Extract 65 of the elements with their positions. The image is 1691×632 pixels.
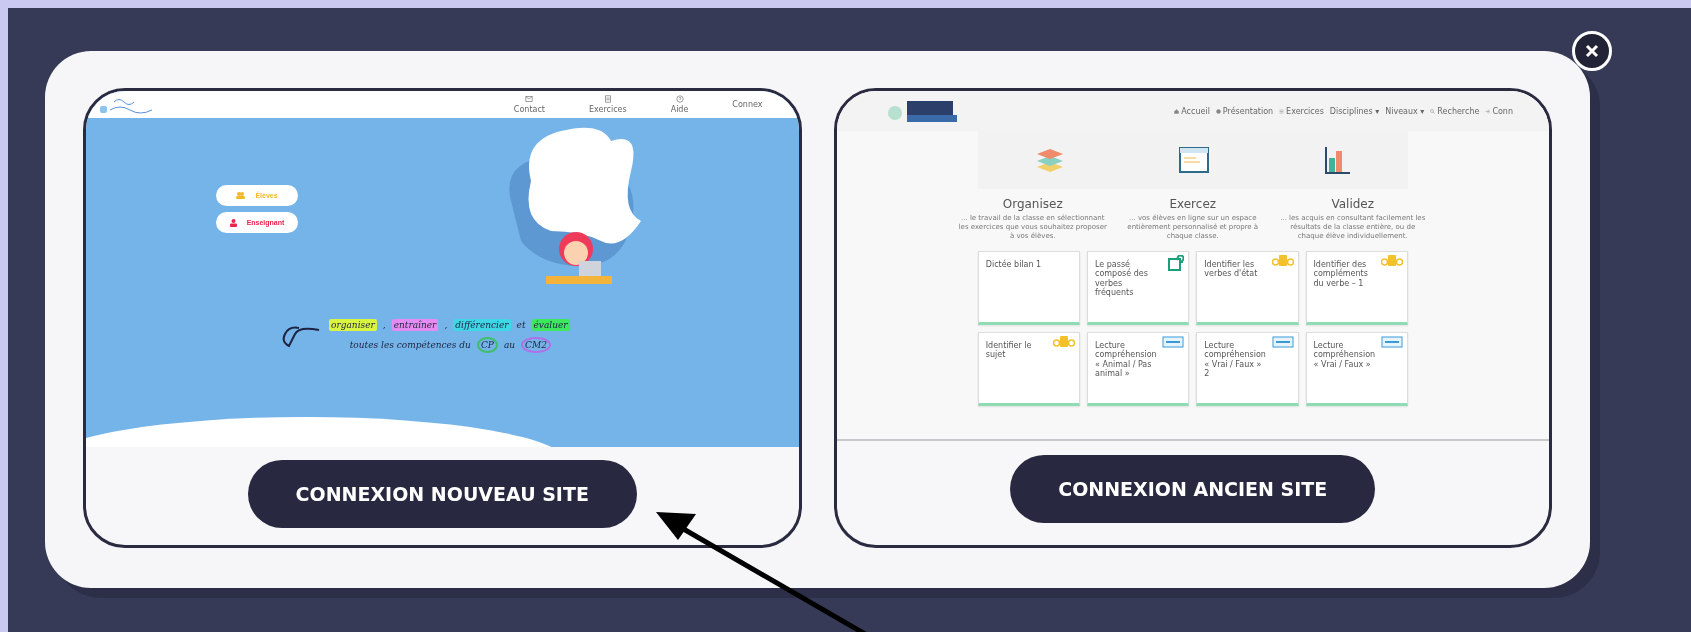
close-button[interactable] (1572, 31, 1612, 71)
home-icon (1174, 108, 1180, 114)
exercise-card[interactable]: Identifier le sujet (977, 332, 1080, 407)
group-icon (236, 192, 246, 199)
highlighted-word: entraîner (391, 319, 439, 331)
mail-icon (525, 95, 534, 103)
highlighted-word: différencier (453, 319, 511, 331)
highlighted-word: évaluer (531, 319, 570, 331)
exercise-title: Le passé composé des verbes fréquents (1095, 260, 1149, 298)
exercise-card[interactable]: Lecture compréhension « Vrai / Faux » 2 (1196, 332, 1299, 407)
exercise-title: Identifier des compléments du verbe – 1 (1313, 260, 1369, 288)
login-icon (1485, 108, 1491, 114)
bar-chart-icon (1322, 146, 1351, 174)
nav-link[interactable]: Accueil (1174, 106, 1210, 116)
nav-link[interactable]: Connex (732, 100, 763, 109)
exercise-title: Identifier le sujet (985, 341, 1033, 360)
tagline-text: , (381, 319, 387, 331)
text-box-icon (1380, 336, 1403, 349)
login-button[interactable]: CONNEXION NOUVEAU SITE (247, 460, 637, 528)
highlighted-word: organiser (329, 319, 377, 331)
letter-tiles-icon (1053, 336, 1075, 348)
nav-link[interactable]: Niveaux ▾ (1385, 106, 1425, 116)
info-icon (1215, 108, 1221, 114)
exercise-title: Dictée bilan 1 (985, 260, 1043, 270)
feature-title: Exercez (1169, 197, 1217, 211)
highlighted-word: CP (476, 337, 498, 353)
search-icon (1430, 108, 1436, 114)
nav-link[interactable]: Contact (513, 95, 545, 114)
close-icon (1585, 44, 1599, 58)
document-icon (603, 95, 612, 103)
exercise-title: Lecture compréhension « Vrai / Faux » (1313, 341, 1376, 369)
tagline-text: , (443, 319, 449, 331)
tagline-text: au (502, 339, 517, 351)
letter-tiles-icon (1380, 255, 1403, 267)
nav-link[interactable]: Conn (1485, 106, 1513, 116)
exercise-card[interactable]: Le passé composé des verbes fréquents (1087, 251, 1190, 326)
nav-link[interactable]: Exercices (1279, 106, 1324, 116)
tagline-text: toutes les compétences du (348, 339, 472, 351)
feature-title: Validez (1331, 197, 1375, 211)
nav-link[interactable]: Exercices (588, 95, 627, 114)
nav-link[interactable]: Aide (670, 95, 689, 114)
nav-link[interactable]: Disciplines ▾ (1329, 106, 1380, 116)
letter-tiles-icon (1271, 255, 1294, 267)
highlighted-word: CM2 (521, 337, 551, 353)
logo-drawing (886, 99, 957, 123)
feature-title: Organisez (1002, 197, 1063, 211)
login-button[interactable]: CONNEXION ANCIEN SITE (1010, 455, 1376, 523)
exercise-card[interactable]: Identifier les verbes d'état (1196, 251, 1299, 326)
text-box-icon (1271, 336, 1294, 349)
tagline-text: et (515, 319, 527, 331)
exercise-title: Lecture compréhension « Vrai / Faux » 2 (1204, 341, 1267, 379)
person-icon (229, 218, 237, 227)
nav-link[interactable]: Recherche (1430, 106, 1480, 116)
nav-link[interactable]: Présentation (1215, 106, 1274, 116)
exercise-card[interactable]: Lecture compréhension « Animal / Pas animal » (1087, 332, 1190, 407)
list-icon (1279, 108, 1285, 114)
text-box-icon (1162, 336, 1185, 349)
window-icon (1178, 147, 1209, 173)
exercise-card[interactable]: Dictée bilan 1 (977, 251, 1080, 326)
exercise-card[interactable]: Lecture compréhension « Vrai / Faux » (1305, 332, 1408, 407)
exercise-title: Identifier les verbes d'état (1204, 260, 1259, 279)
exercise-card[interactable]: Identifier des compléments du verbe – 1 (1305, 251, 1408, 326)
exercise-title: Lecture compréhension « Animal / Pas animal » (1095, 341, 1157, 379)
edit-icon (1168, 255, 1185, 272)
help-icon (675, 95, 684, 103)
